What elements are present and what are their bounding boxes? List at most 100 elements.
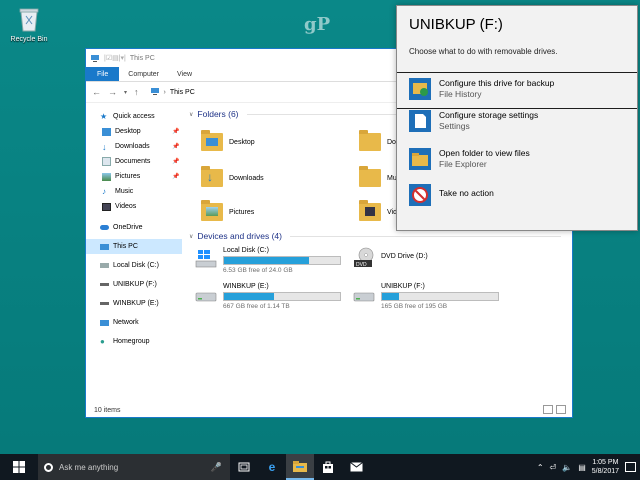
desktop-icon bbox=[102, 127, 111, 136]
nav-desktop[interactable]: Desktop 📌 bbox=[86, 124, 182, 139]
back-arrow-icon[interactable]: ← bbox=[92, 87, 101, 97]
large-icons-view-icon[interactable] bbox=[556, 405, 566, 414]
drive-dvd-d[interactable]: DVD DVD Drive (D:) bbox=[353, 247, 428, 269]
drive-winbkup-e[interactable]: WINBKUP (E:) 667 GB free of 1.14 TB bbox=[195, 283, 341, 310]
drive-free-space: 667 GB free of 1.14 TB bbox=[223, 303, 290, 310]
svg-text:DVD: DVD bbox=[356, 262, 367, 268]
recycle-bin-label: Recycle Bin bbox=[10, 36, 48, 43]
details-view-icon[interactable] bbox=[543, 405, 553, 414]
clock-time: 1:05 PM bbox=[592, 459, 619, 466]
capacity-bar bbox=[381, 292, 499, 301]
nav-music[interactable]: ♪ Music bbox=[86, 184, 182, 199]
nav-homegroup[interactable]: ● Homegroup bbox=[86, 334, 182, 349]
pin-icon: 📌 bbox=[172, 159, 180, 165]
drive-icon bbox=[353, 292, 375, 302]
nav-network[interactable]: Network bbox=[86, 315, 182, 330]
nav-onedrive[interactable]: OneDrive bbox=[86, 220, 182, 235]
start-button[interactable] bbox=[0, 454, 38, 480]
microphone-icon[interactable]: 🎤 bbox=[211, 462, 230, 473]
folder-label: Do bbox=[387, 138, 396, 146]
view-toggles bbox=[543, 405, 566, 414]
cortana-search-box[interactable]: Ask me anything 🎤 bbox=[38, 454, 230, 480]
folder-icon bbox=[359, 130, 381, 151]
option-title: Take no action bbox=[439, 188, 494, 198]
watermark: gP bbox=[304, 14, 331, 35]
file-explorer-taskbar-button[interactable] bbox=[286, 454, 314, 480]
folder-videos[interactable]: Vid bbox=[359, 200, 397, 221]
nav-label: UNIBKUP (F:) bbox=[113, 281, 157, 288]
edge-browser-button[interactable]: e bbox=[258, 454, 286, 480]
up-arrow-icon[interactable]: ↑ bbox=[134, 87, 139, 97]
task-view-button[interactable] bbox=[230, 454, 258, 480]
tab-computer[interactable]: Computer bbox=[119, 67, 168, 81]
volume-icon[interactable]: 🔈 bbox=[562, 463, 572, 472]
option-title: Configure this drive for backup bbox=[439, 78, 555, 88]
folder-label: Desktop bbox=[229, 138, 255, 146]
option-take-no-action[interactable]: Take no action bbox=[397, 184, 637, 206]
option-title: Configure storage settings bbox=[439, 110, 539, 120]
drive-icon bbox=[195, 292, 217, 302]
forward-arrow-icon[interactable]: → bbox=[108, 87, 117, 97]
folder-documents[interactable]: Do bbox=[359, 130, 396, 151]
store-button[interactable] bbox=[314, 454, 342, 480]
nav-label: OneDrive bbox=[113, 224, 143, 231]
computer-icon bbox=[150, 88, 159, 95]
nav-winbkup-e[interactable]: WINBKUP (E:) bbox=[86, 296, 182, 311]
nav-label: Local Disk (C:) bbox=[113, 262, 159, 269]
nav-local-disk-c[interactable]: Local Disk (C:) bbox=[86, 258, 182, 273]
dvd-drive-icon: DVD bbox=[354, 247, 374, 268]
nav-videos[interactable]: Videos bbox=[86, 199, 182, 214]
nav-pictures[interactable]: Pictures 📌 bbox=[86, 169, 182, 184]
music-icon: ♪ bbox=[102, 186, 106, 196]
recent-locations-icon[interactable]: ▾ bbox=[124, 89, 127, 96]
option-subtitle: Settings bbox=[439, 121, 470, 131]
pictures-icon bbox=[102, 172, 111, 181]
usb-eject-icon[interactable]: ⏎ bbox=[550, 463, 557, 472]
tab-file[interactable]: File bbox=[86, 67, 120, 81]
drive-unibkup-f[interactable]: UNIBKUP (F:) 165 GB free of 195 GB bbox=[353, 283, 499, 310]
cortana-icon bbox=[44, 462, 53, 472]
nav-documents[interactable]: Documents 📌 bbox=[86, 154, 182, 169]
download-icon: ↓ bbox=[102, 141, 107, 152]
recycle-bin[interactable]: Recycle Bin bbox=[6, 6, 52, 43]
folder-pictures[interactable]: Pictures bbox=[201, 200, 255, 221]
tab-view[interactable]: View bbox=[168, 67, 201, 81]
quick-access-toolbar[interactable]: |☑▤|▾| bbox=[104, 54, 126, 62]
nav-label: Pictures bbox=[115, 173, 141, 180]
folders-header-label: Folders (6) bbox=[197, 109, 239, 119]
chevron-down-icon: ∨ bbox=[189, 111, 194, 118]
option-storage-settings[interactable]: Configure storage settings Settings bbox=[397, 110, 637, 132]
nav-this-pc[interactable]: This PC bbox=[86, 239, 182, 254]
clock[interactable]: 1:05 PM 5/8/2017 bbox=[592, 458, 619, 476]
capacity-fill bbox=[382, 293, 400, 300]
search-placeholder: Ask me anything bbox=[59, 462, 119, 472]
folder-music[interactable]: Mu bbox=[359, 166, 397, 187]
folder-desktop[interactable]: Desktop bbox=[201, 130, 255, 151]
network-icon[interactable]: ▤ bbox=[578, 463, 586, 472]
drives-header-label: Devices and drives (4) bbox=[197, 231, 282, 241]
nav-quick-access[interactable]: ★ Quick access bbox=[86, 109, 182, 124]
capacity-fill bbox=[224, 257, 309, 264]
drives-group-header[interactable]: ∨ Devices and drives (4) bbox=[183, 229, 571, 243]
navigation-pane: ★ Quick access Desktop 📌 ↓ Downloads 📌 Doc… bbox=[86, 103, 182, 403]
breadcrumb[interactable]: › This PC bbox=[150, 88, 195, 96]
drive-icon bbox=[100, 283, 109, 286]
folder-downloads[interactable]: ↓ Downloads bbox=[201, 166, 264, 187]
chevron-up-icon[interactable]: ⌃ bbox=[537, 463, 544, 472]
clock-date: 5/8/2017 bbox=[591, 468, 619, 475]
popup-title: UNIBKUP (F:) bbox=[409, 16, 503, 33]
edge-icon: e bbox=[268, 460, 276, 474]
breadcrumb-chevron-icon: › bbox=[163, 88, 166, 96]
drive-icon bbox=[100, 302, 109, 305]
nav-downloads[interactable]: ↓ Downloads 📌 bbox=[86, 139, 182, 154]
breadcrumb-this-pc[interactable]: This PC bbox=[170, 89, 195, 96]
chevron-down-icon: ∨ bbox=[189, 233, 194, 240]
notifications-icon[interactable] bbox=[625, 462, 636, 472]
mail-button[interactable] bbox=[342, 454, 370, 480]
nav-unibkup-f[interactable]: UNIBKUP (F:) bbox=[86, 277, 182, 292]
drive-local-disk-c[interactable]: Local Disk (C:) 6.53 GB free of 24.0 GB bbox=[195, 247, 341, 274]
option-open-folder[interactable]: Open folder to view files File Explorer bbox=[397, 148, 637, 170]
drive-icon bbox=[100, 263, 109, 268]
folder-label: Pictures bbox=[229, 208, 255, 216]
option-configure-backup[interactable]: Configure this drive for backup File His… bbox=[397, 72, 637, 109]
